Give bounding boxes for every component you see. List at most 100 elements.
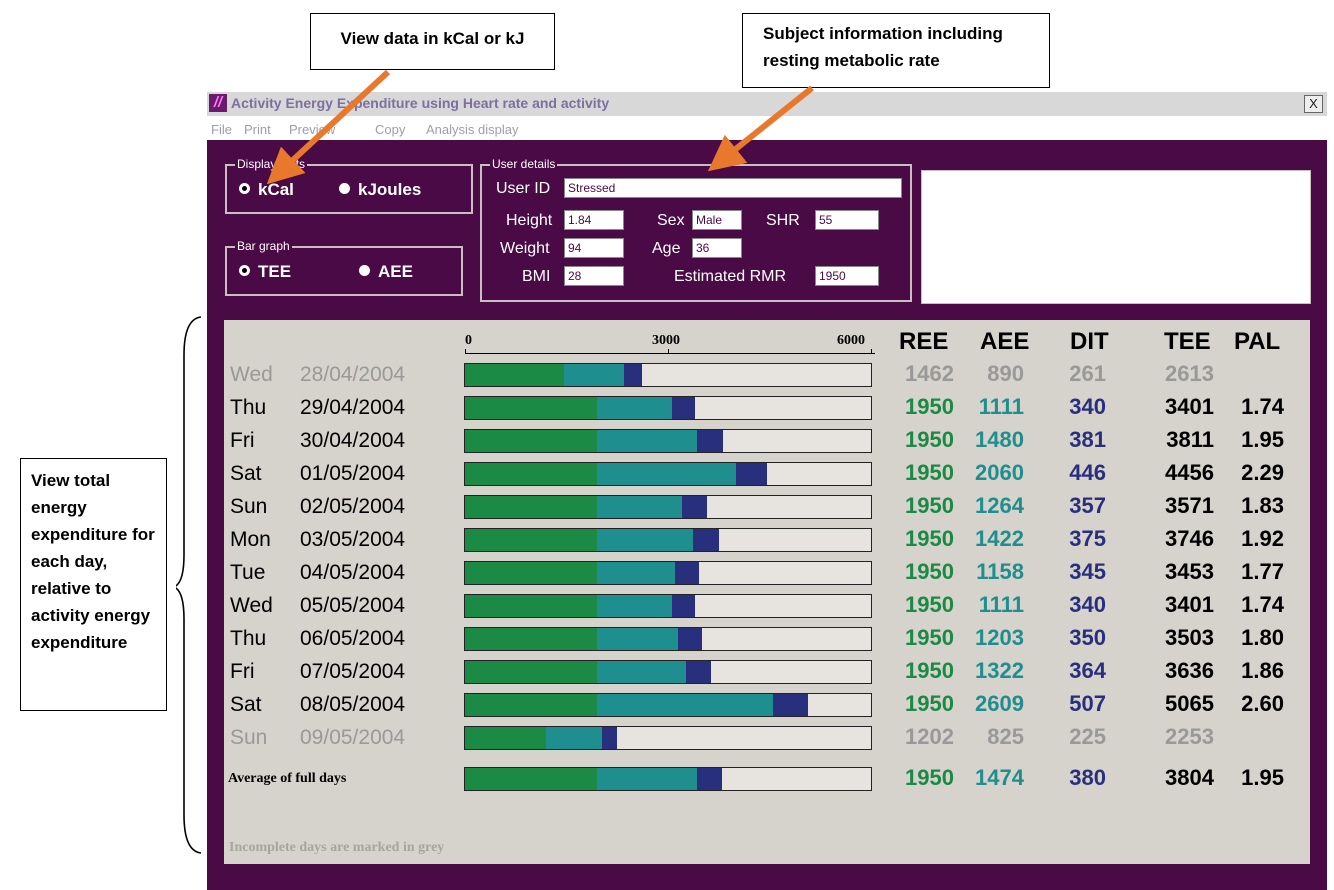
ree-value: 1950 [905,592,954,617]
date-label: 02/05/2004 [300,495,406,518]
ree-segment [465,661,597,683]
age-field[interactable]: 36 [692,238,742,258]
display-units-group: Display units kCal kJoules [225,157,473,214]
radio-unselected-icon [339,183,350,194]
day-label: Tue [230,561,266,584]
tee-value: 3571 [1165,493,1214,518]
ree-value: 1950 [905,427,954,452]
header-pal: PAL [1234,328,1281,355]
rmr-label: Estimated RMR [674,268,787,285]
aee-value: 1111 [978,394,1024,419]
axis-tick [465,349,466,354]
day-label: Sun [230,726,268,749]
app-logo-icon: // [209,94,227,112]
tee-value: 3453 [1165,559,1214,584]
menu-copy[interactable]: Copy [375,122,405,137]
radio-tee[interactable]: TEE [239,262,291,282]
sex-field[interactable]: Male [692,210,742,230]
shr-field[interactable]: 55 [815,210,879,230]
dit-segment [686,661,712,683]
ree-segment [465,768,597,790]
ree-value: 1950 [905,559,954,584]
weight-field[interactable]: 94 [564,238,624,258]
day-label: Fri [230,429,255,452]
energy-chart-panel: 0 3000 6000 REE AEE DIT TEE PAL Wed 28/04… [224,320,1310,864]
aee-segment [596,529,694,551]
radio-aee[interactable]: AEE [359,262,413,282]
day-label: Wed [230,594,273,617]
bmi-field[interactable]: 28 [564,266,624,286]
ree-value: 1202 [905,724,954,749]
aee-segment [546,727,603,749]
close-button[interactable]: X [1304,95,1323,113]
day-row: Mon 03/05/2004 1950 1422 375 3746 1.92 [224,524,1310,558]
bar-graph-group: Bar graph TEE AEE [225,239,463,296]
dit-segment [773,694,808,716]
aee-value: 1422 [975,526,1024,551]
tee-value: 2253 [1165,724,1214,749]
pal-value: 1.80 [1241,625,1284,650]
average-row: Average of full days 1950 1474 380 3804 1.95 [224,763,1310,797]
title-bar: // Activity Energy Expenditure using Hea… [207,92,1327,116]
user-id-label: User ID [496,180,551,197]
day-label: Sat [230,462,262,485]
aee-value: 1111 [978,592,1024,617]
ree-segment [465,595,597,617]
aee-value: 1264 [975,493,1024,518]
energy-bar [464,561,872,585]
day-label: Sun [230,495,268,518]
dit-value: 350 [1069,625,1106,650]
tee-value: 2613 [1165,361,1214,386]
radio-unselected-icon [359,265,370,276]
menu-preview[interactable]: Preview [289,122,335,137]
aee-value: 2609 [975,691,1024,716]
day-row: Sun 09/05/2004 1202 825 225 2253 [224,722,1310,756]
radio-kjoules[interactable]: kJoules [339,180,421,200]
day-row: Sun 02/05/2004 1950 1264 357 3571 1.83 [224,491,1310,525]
brace-icon [176,316,202,854]
axis-tick [668,349,669,354]
menu-analysis-display[interactable]: Analysis display [426,122,519,137]
user-id-field[interactable]: Stressed [564,178,902,198]
aee-segment [596,595,673,617]
energy-bar [464,396,872,420]
aee-value: 890 [987,361,1024,386]
bmi-label: BMI [522,268,551,285]
day-row: Tue 04/05/2004 1950 1158 345 3453 1.77 [224,557,1310,591]
day-label: Mon [230,528,271,551]
ree-value: 1950 [905,460,954,485]
ree-value: 1950 [905,625,954,650]
aee-value: 825 [987,724,1024,749]
ree-value: 1950 [905,394,954,419]
ree-segment [465,430,597,452]
age-label: Age [652,240,681,257]
x-axis-line [465,353,875,354]
radio-kcal[interactable]: kCal [239,180,294,200]
energy-bar [464,660,872,684]
day-row: Sat 08/05/2004 1950 2609 507 5065 2.60 [224,689,1310,723]
dit-value: 225 [1069,724,1106,749]
pal-value: 1.83 [1241,493,1284,518]
ree-value: 1950 [905,493,954,518]
dit-value: 357 [1069,493,1106,518]
rmr-field[interactable]: 1950 [815,266,879,286]
date-label: 29/04/2004 [300,396,406,419]
day-row: Wed 05/05/2004 1950 1111 340 3401 1.74 [224,590,1310,624]
ree-value: 1950 [905,658,954,683]
dit-value: 446 [1069,460,1106,485]
height-field[interactable]: 1.84 [564,210,624,230]
pal-value: 1.86 [1241,658,1284,683]
aee-segment [596,628,679,650]
ree-value: 1462 [905,361,954,386]
aee-segment [596,661,687,683]
aee-segment [596,463,737,485]
menu-print[interactable]: Print [244,122,271,137]
dit-value: 345 [1069,559,1106,584]
callout-subject-text: Subject information including resting me… [763,24,1003,70]
dit-value: 364 [1069,658,1106,683]
tee-value: 3401 [1165,394,1214,419]
aee-segment [596,694,774,716]
energy-bar [464,767,872,791]
radio-aee-label: AEE [378,262,413,281]
menu-file[interactable]: File [211,122,232,137]
